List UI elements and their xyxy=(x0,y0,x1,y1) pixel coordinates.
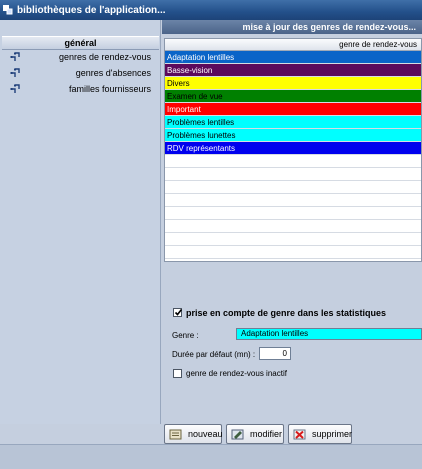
list-item-empty[interactable] xyxy=(165,155,421,168)
new-button[interactable]: nouveau xyxy=(164,424,223,444)
window-titlebar: bibliothèques de l'application... xyxy=(0,0,422,20)
link-icon xyxy=(10,68,20,78)
edit-button[interactable]: modifier xyxy=(226,424,284,444)
panel-title: mise à jour des genres de rendez-vous... xyxy=(162,20,422,34)
settings-form: prise en compte de genre dans les statis… xyxy=(162,298,422,416)
inactif-checkbox[interactable] xyxy=(173,369,182,378)
list-item-empty[interactable] xyxy=(165,233,421,246)
edit-button-label: modifier xyxy=(250,429,283,439)
list-item-empty[interactable] xyxy=(165,168,421,181)
sidebar-item-genres-absences[interactable]: genres d'absences xyxy=(2,65,159,80)
sidebar-header: général xyxy=(2,36,159,50)
status-bar xyxy=(0,444,422,469)
column-header[interactable]: genre de rendez-vous xyxy=(165,39,421,51)
duree-label: Durée par défaut (mn) : xyxy=(172,350,256,359)
sidebar-item-familles-fournisseurs[interactable]: familles fournisseurs xyxy=(2,81,159,96)
list-item[interactable]: RDV représentants xyxy=(165,142,421,155)
delete-button[interactable]: supprimer xyxy=(288,424,352,444)
sidebar-item-label: genres de rendez-vous xyxy=(58,51,151,62)
delete-button-label: supprimer xyxy=(312,429,353,439)
genre-label: Genre : xyxy=(172,331,199,340)
genre-field[interactable]: Adaptation lentilles xyxy=(236,328,422,340)
stats-checkbox[interactable] xyxy=(173,308,183,317)
list-item-empty[interactable] xyxy=(165,194,421,207)
window-title: bibliothèques de l'application... xyxy=(17,4,166,16)
genres-list[interactable]: genre de rendez-vous Adaptation lentille… xyxy=(164,38,422,262)
checkmark-icon xyxy=(174,309,183,316)
edit-icon xyxy=(231,429,244,440)
new-button-label: nouveau xyxy=(188,429,223,439)
list-item-empty[interactable] xyxy=(165,207,421,220)
link-icon xyxy=(10,52,20,62)
new-document-icon xyxy=(169,429,182,440)
list-item[interactable]: Problèmes lentilles xyxy=(165,116,421,129)
sidebar-item-label: genres d'absences xyxy=(75,67,151,78)
list-item-empty[interactable] xyxy=(165,246,421,259)
list-item[interactable]: Adaptation lentilles xyxy=(165,51,421,64)
list-item[interactable]: Examen de vue xyxy=(165,90,421,103)
list-item-empty[interactable] xyxy=(165,220,421,233)
delete-icon xyxy=(293,429,306,440)
sidebar-item-genres-rendez-vous[interactable]: genres de rendez-vous xyxy=(2,49,159,64)
list-item[interactable]: Important xyxy=(165,103,421,116)
list-item-empty[interactable] xyxy=(165,181,421,194)
inactif-label: genre de rendez-vous inactif xyxy=(186,369,287,378)
list-item[interactable]: Divers xyxy=(165,77,421,90)
link-icon xyxy=(10,84,20,94)
sidebar: général genres de rendez-vous genres d'a… xyxy=(0,20,161,424)
duree-field[interactable]: 0 xyxy=(259,347,291,360)
stats-label: prise en compte de genre dans les statis… xyxy=(186,308,387,318)
app-icon xyxy=(3,5,13,15)
list-item[interactable]: Basse-vision xyxy=(165,64,421,77)
list-item[interactable]: Problèmes lunettes xyxy=(165,129,421,142)
sidebar-item-label: familles fournisseurs xyxy=(68,83,151,94)
